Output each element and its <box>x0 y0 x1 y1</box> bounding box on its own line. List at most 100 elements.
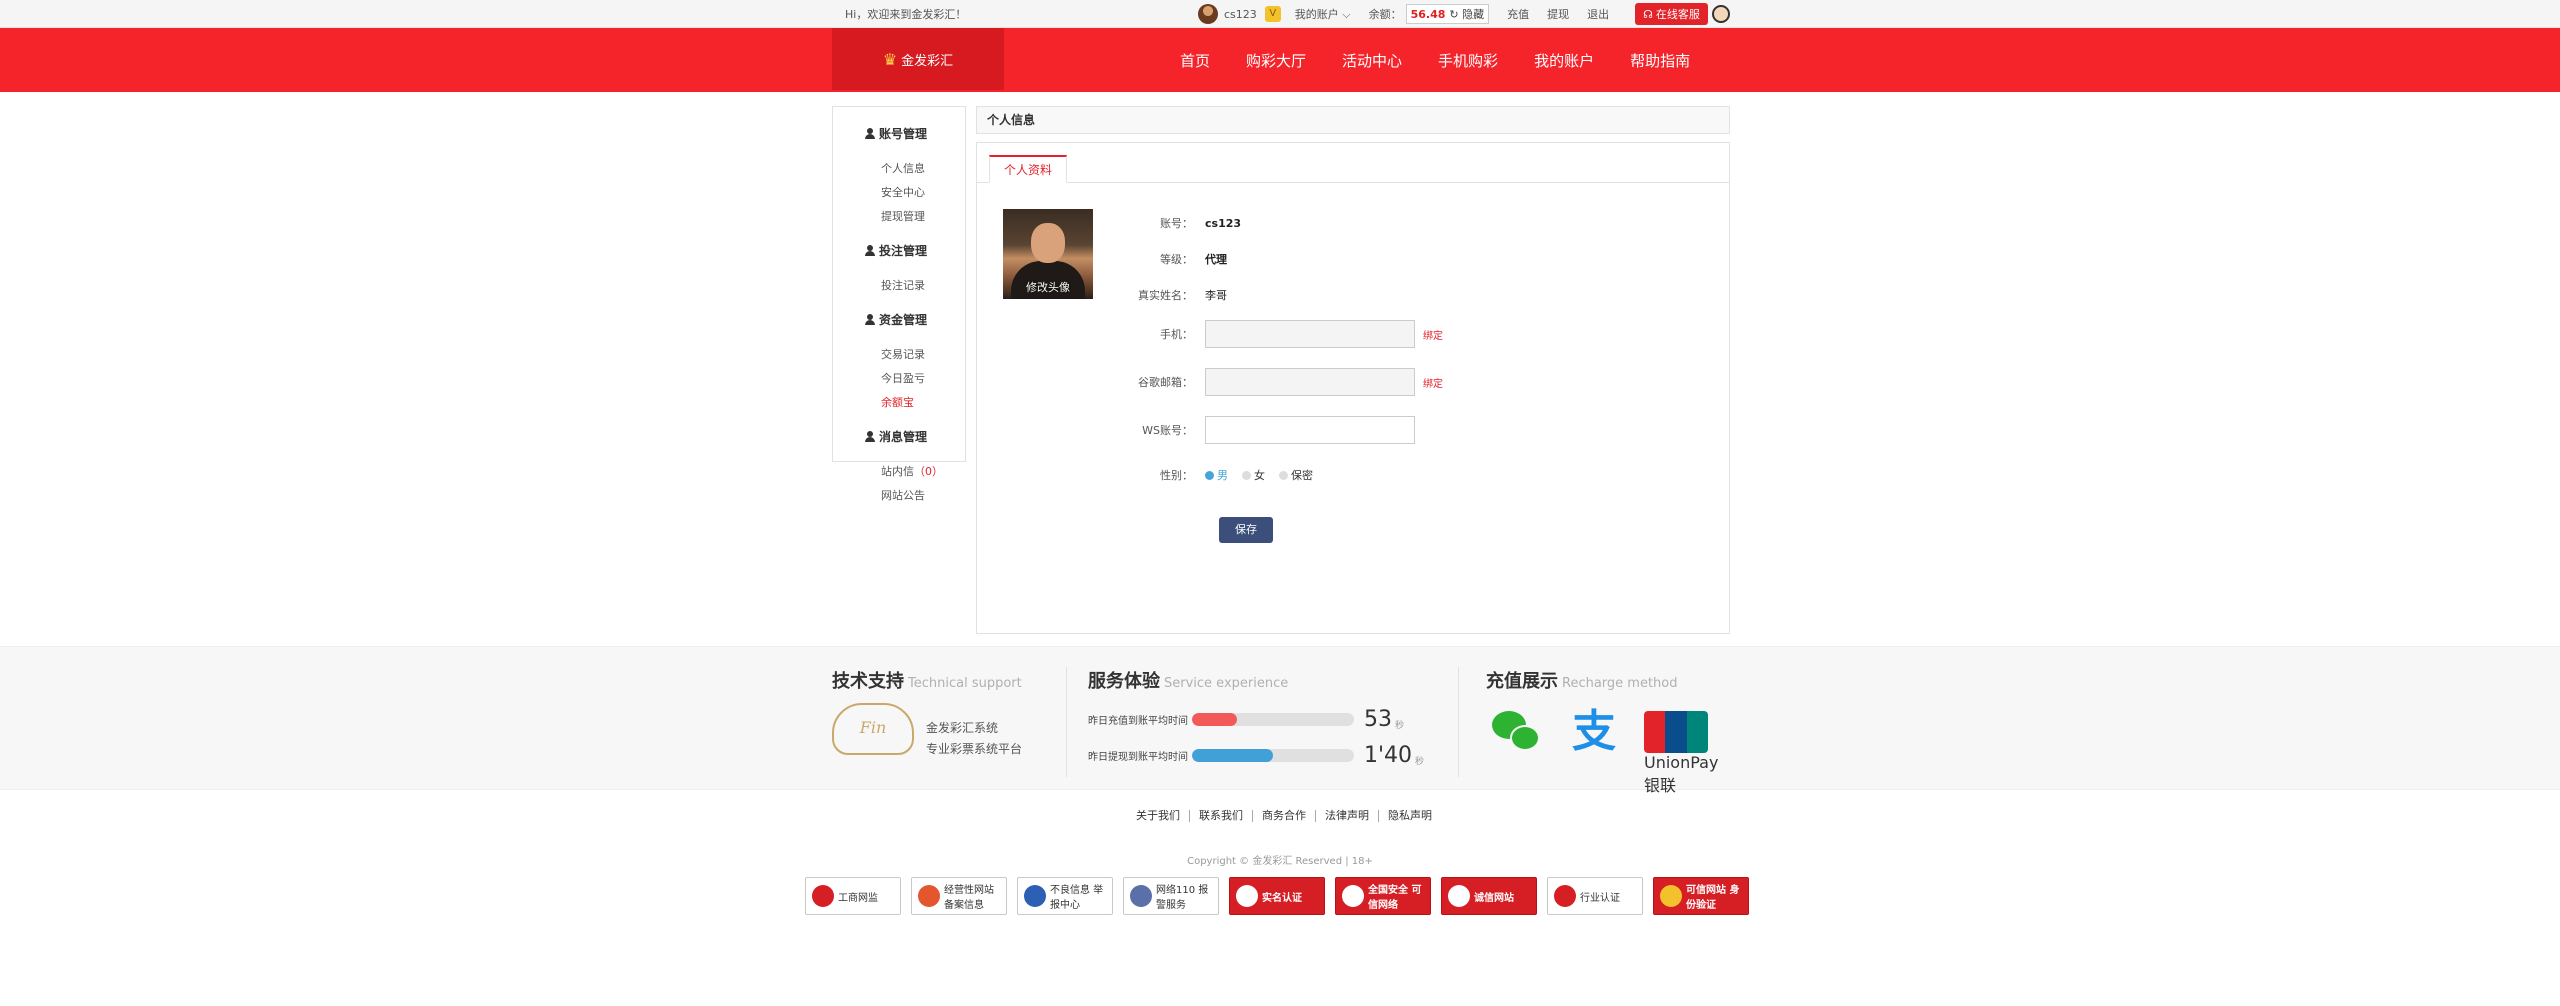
gender-radio-female[interactable]: 女 <box>1242 467 1265 483</box>
progress-track <box>1192 749 1354 762</box>
user-icon <box>865 128 875 139</box>
level-row: 等级： 代理 <box>1137 251 1227 267</box>
headset-icon: ☊ <box>1643 7 1653 21</box>
sidebar-item-inbox[interactable]: 站内信（0） <box>881 463 965 479</box>
badge-police-icon <box>1130 885 1152 907</box>
badge-report-center[interactable]: 不良信息 举报中心 <box>1017 877 1113 915</box>
account-row: 账号： cs123 <box>1137 215 1241 231</box>
user-avatar[interactable] <box>1198 4 1218 24</box>
page-title: 个人信息 <box>976 106 1730 134</box>
badge-industry[interactable]: 行业认证 <box>1547 877 1643 915</box>
badge-shield-icon <box>918 885 940 907</box>
sidebar-item-today-profit[interactable]: 今日盈亏 <box>881 370 965 386</box>
sidebar-item-bet-records[interactable]: 投注记录 <box>881 277 965 293</box>
sidebar-item-personal-info[interactable]: 个人信息 <box>881 160 965 176</box>
nav-my-account[interactable]: 我的账户 <box>1534 50 1594 71</box>
sidebar-group-messages: 消息管理 <box>865 428 965 445</box>
realname-row: 真实姓名： 李哥 <box>1137 287 1227 303</box>
level-label: 等级： <box>1160 253 1193 266</box>
badge-verify-icon <box>1660 885 1682 907</box>
badge-trusted-site[interactable]: 可信网站 身份验证 <box>1653 877 1749 915</box>
sidebar-item-announcements[interactable]: 网站公告 <box>881 487 965 503</box>
radio-dot-icon <box>1205 470 1214 480</box>
gender-label: 性别： <box>1160 469 1193 482</box>
account-value: cs123 <box>1205 216 1242 230</box>
phone-row: 手机： 绑定 <box>1137 320 1443 348</box>
account-label: 账号： <box>1160 217 1193 230</box>
badge-realname[interactable]: 实名认证 <box>1229 877 1325 915</box>
withdraw-link[interactable]: 提现 <box>1547 6 1569 22</box>
refresh-icon[interactable]: ↻ <box>1449 8 1458 21</box>
tech-line-1: 金发彩汇系统 <box>926 721 999 735</box>
phone-field[interactable] <box>1205 320 1415 348</box>
service-avatar-icon[interactable] <box>1711 5 1730 23</box>
footer-link-business[interactable]: 商务合作 <box>1252 810 1315 822</box>
footer-link-privacy[interactable]: 隐私声明 <box>1378 810 1441 822</box>
footer-link-about[interactable]: 关于我们 <box>1127 810 1189 822</box>
ws-row: WS账号： <box>1137 416 1415 444</box>
sidebar-group-betting: 投注管理 <box>865 242 965 259</box>
site-logo[interactable]: ♛ 金发彩汇 <box>832 28 1004 90</box>
bind-phone-link[interactable]: 绑定 <box>1423 327 1443 342</box>
footer-link-contact[interactable]: 联系我们 <box>1189 810 1252 822</box>
logout-link[interactable]: 退出 <box>1587 6 1609 22</box>
my-account-menu[interactable]: 我的账户 ⌵ <box>1295 6 1351 22</box>
badge-site-record[interactable]: 经营性网站 备案信息 <box>911 877 1007 915</box>
user-icon <box>865 245 875 256</box>
tab-personal-profile[interactable]: 个人资料 <box>989 155 1068 183</box>
username[interactable]: cs123 <box>1224 8 1257 21</box>
badge-integrity[interactable]: 诚信网站 <box>1441 877 1537 915</box>
alipay-icon: 支 <box>1572 706 1616 757</box>
recharge-method-title: 充值展示 Recharge method <box>1486 671 1678 692</box>
nav-lottery-hall[interactable]: 购彩大厅 <box>1246 50 1306 71</box>
badge-icp-supervision[interactable]: 工商网监 <box>805 877 901 915</box>
hide-balance-button[interactable]: ↻ 隐藏 <box>1449 8 1484 21</box>
main-nav: 首页 购彩大厅 活动中心 手机购彩 我的账户 帮助指南 <box>1180 28 1726 92</box>
stat-withdraw: 昨日提现到账平均时间 1'40 秒 <box>1088 743 1424 768</box>
nav-activity-center[interactable]: 活动中心 <box>1342 50 1402 71</box>
save-button[interactable]: 保存 <box>1219 517 1273 543</box>
vip-badge-icon: V <box>1264 6 1281 22</box>
sidebar-item-yuebao[interactable]: 余额宝 <box>881 394 965 410</box>
bind-email-link[interactable]: 绑定 <box>1423 375 1443 390</box>
footer-link-legal[interactable]: 法律声明 <box>1315 810 1378 822</box>
photo-face-shape <box>1031 223 1065 263</box>
online-service-button[interactable]: ☊ 在线客服 <box>1635 3 1708 25</box>
badge-police-110[interactable]: 网络110 报警服务 <box>1123 877 1219 915</box>
inbox-count-badge: （0） <box>914 465 943 478</box>
stat-label: 昨日提现到账平均时间 <box>1088 752 1188 763</box>
sidebar-item-security-center[interactable]: 安全中心 <box>881 184 965 200</box>
realname-label: 真实姓名： <box>1138 289 1193 302</box>
withdraw-progress-fill <box>1192 749 1273 762</box>
chevron-down-icon: ⌵ <box>1342 8 1351 21</box>
tab-bar: 个人资料 <box>977 143 1729 183</box>
change-avatar-label[interactable]: 修改头像 <box>1003 279 1093 295</box>
user-icon <box>865 314 875 325</box>
phone-label: 手机： <box>1160 328 1193 341</box>
user-icon <box>865 431 875 442</box>
top-bar: Hi，欢迎来到金发彩汇！ cs123 V 我的账户 ⌵ 余额： 56.48 ↻ 隐… <box>0 0 2560 28</box>
email-field[interactable] <box>1205 368 1415 396</box>
wechat-pay-icon <box>1488 707 1548 757</box>
main-header: ♛ 金发彩汇 首页 购彩大厅 活动中心 手机购彩 我的账户 帮助指南 <box>0 28 2560 92</box>
nav-home[interactable]: 首页 <box>1180 50 1210 71</box>
recharge-link[interactable]: 充值 <box>1507 6 1529 22</box>
stat-label: 昨日充值到账平均时间 <box>1088 716 1188 727</box>
nav-help-guide[interactable]: 帮助指南 <box>1630 50 1690 71</box>
sidebar-item-withdraw-management[interactable]: 提现管理 <box>881 208 965 224</box>
badge-emblem-icon <box>812 885 834 907</box>
ws-account-field[interactable] <box>1205 416 1415 444</box>
divider <box>1066 667 1067 777</box>
nav-mobile-lottery[interactable]: 手机购彩 <box>1438 50 1498 71</box>
gender-radio-male[interactable]: 男 <box>1205 467 1228 483</box>
greeting-text: Hi，欢迎来到金发彩汇！ <box>845 8 967 21</box>
gender-radio-private[interactable]: 保密 <box>1279 467 1313 483</box>
sidebar-item-transactions[interactable]: 交易记录 <box>881 346 965 362</box>
email-row: 谷歌邮箱： 绑定 <box>1137 368 1443 396</box>
progress-track <box>1192 713 1354 726</box>
user-area: cs123 V 我的账户 ⌵ 余额： 56.48 ↻ 隐藏 充值 提现 退出 ☊ 在… <box>1198 0 1730 28</box>
content-area: 账号管理 个人信息 安全中心 提现管理 投注管理 投注记录 资金管理 交易记录 … <box>818 92 2560 646</box>
badge-trusted-network[interactable]: 全国安全 可信网络 <box>1335 877 1431 915</box>
profile-photo[interactable]: 修改头像 <box>1003 209 1093 299</box>
badge-seal-icon <box>1236 885 1258 907</box>
